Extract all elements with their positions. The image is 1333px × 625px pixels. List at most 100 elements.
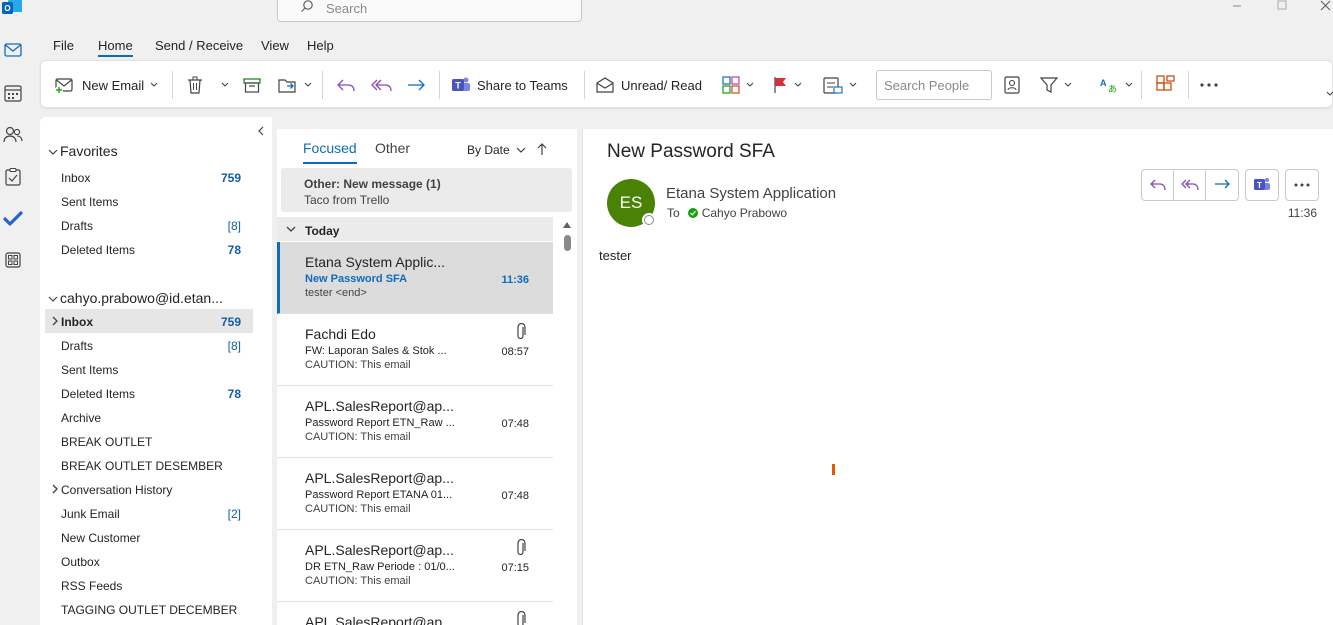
fav-folder-inbox[interactable]: Inbox 759 bbox=[45, 165, 253, 189]
message-item[interactable]: Etana System Applic... New Password SFA … bbox=[277, 242, 553, 314]
forward-button[interactable] bbox=[406, 69, 426, 101]
reply-button[interactable] bbox=[1142, 170, 1174, 200]
address-book-button[interactable] bbox=[1004, 69, 1020, 101]
flag-button[interactable] bbox=[772, 69, 802, 101]
chevron-down-icon[interactable] bbox=[849, 82, 857, 88]
folder-junk-email[interactable]: Junk Email [2] bbox=[45, 501, 253, 525]
more-commands-button[interactable] bbox=[1199, 69, 1219, 101]
reply-button[interactable] bbox=[336, 69, 356, 101]
svg-text:O: O bbox=[4, 4, 10, 13]
chevron-down-icon[interactable] bbox=[794, 82, 802, 88]
tasks-icon[interactable] bbox=[2, 166, 24, 188]
sort-direction-icon[interactable] bbox=[536, 142, 548, 156]
folder-deleted-items[interactable]: Deleted Items 78 bbox=[45, 381, 253, 405]
message-item[interactable]: APL.SalesReport@ap... DR ETN_Raw Periode… bbox=[277, 530, 553, 602]
tab-send-receive[interactable]: Send / Receive bbox=[155, 38, 243, 53]
tab-file[interactable]: File bbox=[53, 38, 74, 53]
chevron-down-icon[interactable] bbox=[221, 82, 229, 88]
folder-drafts[interactable]: Drafts [8] bbox=[45, 333, 253, 357]
close-icon[interactable] bbox=[1320, 0, 1333, 14]
tab-view[interactable]: View bbox=[261, 38, 289, 53]
tab-help[interactable]: Help bbox=[307, 38, 334, 53]
chevron-down-icon bbox=[516, 147, 526, 153]
tab-home[interactable]: Home bbox=[98, 38, 133, 57]
search-people-input[interactable]: Search People bbox=[876, 70, 992, 100]
tab-focused[interactable]: Focused bbox=[303, 140, 357, 164]
fav-folder-sent-items[interactable]: Sent Items bbox=[45, 189, 253, 213]
get-addins-button[interactable] bbox=[1156, 69, 1176, 101]
folder-rss-feeds[interactable]: RSS Feeds bbox=[45, 573, 253, 597]
share-to-teams-button[interactable]: T bbox=[1246, 170, 1278, 200]
account-header[interactable]: cahyo.prabowo@id.etan... bbox=[48, 290, 223, 306]
sort-by-date-button[interactable]: By Date bbox=[467, 143, 526, 157]
favorites-header[interactable]: Favorites bbox=[48, 143, 118, 159]
unread-read-button[interactable]: Unread/ Read bbox=[595, 69, 702, 101]
other-inbox-banner[interactable]: Other: New message (1) Taco from Trello bbox=[281, 168, 572, 212]
email-body[interactable]: tester bbox=[599, 248, 632, 263]
reply-all-button[interactable] bbox=[371, 69, 393, 101]
sender-name[interactable]: Etana System Application bbox=[666, 185, 836, 202]
reply-all-button[interactable] bbox=[1174, 170, 1206, 200]
folder-inbox[interactable]: Inbox 759 bbox=[45, 309, 253, 333]
mail-icon[interactable] bbox=[2, 39, 24, 61]
chevron-down-icon[interactable] bbox=[746, 82, 754, 88]
global-search-box[interactable]: Search bbox=[277, 0, 582, 22]
message-list-scrollbar[interactable] bbox=[561, 219, 573, 625]
group-header-today[interactable]: Today bbox=[277, 217, 553, 241]
move-button[interactable] bbox=[278, 69, 312, 101]
people-icon[interactable] bbox=[2, 124, 24, 146]
folder-tagging-outlet-december[interactable]: TAGGING OUTLET DECEMBER bbox=[45, 597, 253, 621]
rules-button[interactable] bbox=[823, 69, 857, 101]
reply-actions bbox=[1141, 169, 1239, 201]
ribbon-divider bbox=[322, 71, 323, 99]
chevron-down-icon[interactable] bbox=[1064, 82, 1072, 88]
chevron-down-icon[interactable] bbox=[1125, 82, 1133, 88]
folder-new-customer[interactable]: New Customer bbox=[45, 525, 253, 549]
ribbon-collapse-icon[interactable] bbox=[1326, 91, 1333, 97]
fav-folder-drafts[interactable]: Drafts [8] bbox=[45, 213, 253, 237]
apps-icon[interactable] bbox=[2, 249, 24, 271]
categorize-button[interactable] bbox=[722, 69, 754, 101]
forward-button[interactable] bbox=[1206, 170, 1238, 200]
reply-all-icon bbox=[371, 79, 392, 92]
folder-break-outlet[interactable]: BREAK OUTLET bbox=[45, 429, 253, 453]
chevron-right-icon[interactable] bbox=[50, 484, 60, 494]
folder-pane: Favorites Inbox 759 Sent Items Drafts [8] … bbox=[40, 117, 272, 625]
folder-sent-items[interactable]: Sent Items bbox=[45, 357, 253, 381]
chevron-down-icon[interactable] bbox=[304, 82, 312, 88]
todo-icon[interactable] bbox=[2, 208, 24, 230]
collapse-pane-icon[interactable] bbox=[257, 126, 265, 136]
folder-conversation-history[interactable]: Conversation History bbox=[45, 477, 253, 501]
message-time: 07:15 bbox=[501, 562, 529, 574]
folder-outbox[interactable]: Outbox bbox=[45, 549, 253, 573]
chevron-right-icon[interactable] bbox=[50, 316, 60, 326]
tab-other[interactable]: Other bbox=[375, 140, 410, 156]
minimize-icon[interactable] bbox=[1228, 0, 1248, 14]
maximize-icon[interactable] bbox=[1274, 0, 1294, 14]
translate-button[interactable]: Aあ bbox=[1099, 69, 1133, 101]
new-email-button[interactable]: New Email bbox=[54, 69, 158, 101]
delete-button[interactable] bbox=[187, 69, 229, 101]
message-time: 07:48 bbox=[501, 490, 529, 502]
message-item[interactable]: APL.SalesReport@ap... Password Report ET… bbox=[277, 386, 553, 458]
chevron-down-icon[interactable] bbox=[150, 82, 158, 88]
archive-button[interactable] bbox=[243, 69, 261, 101]
fav-folder-deleted-items[interactable]: Deleted Items 78 bbox=[45, 237, 253, 261]
to-label: To bbox=[667, 206, 680, 220]
filter-email-button[interactable] bbox=[1040, 69, 1072, 101]
folder-break-outlet-desember[interactable]: BREAK OUTLET DESEMBER bbox=[45, 453, 253, 477]
message-item[interactable]: Fachdi Edo FW: Laporan Sales & Stok ... … bbox=[277, 314, 553, 386]
filter-icon bbox=[1040, 77, 1058, 93]
recipient-line: To Cahyo Prabowo bbox=[667, 206, 787, 220]
scroll-up-icon[interactable] bbox=[563, 222, 571, 228]
chevron-down-icon bbox=[286, 226, 296, 232]
more-actions-button[interactable] bbox=[1286, 170, 1318, 200]
calendar-icon[interactable] bbox=[2, 82, 24, 104]
message-item[interactable]: APL.SalesReport@ap... Password Report ET… bbox=[277, 458, 553, 530]
message-item[interactable]: APL.SalesReport@ap... bbox=[277, 602, 553, 625]
message-list: Focused Other By Date Other: New message… bbox=[277, 129, 577, 625]
share-to-teams-button[interactable]: T Share to Teams bbox=[451, 69, 568, 101]
folder-archive[interactable]: Archive bbox=[45, 405, 253, 429]
scroll-thumb[interactable] bbox=[564, 235, 571, 251]
recipient-chip[interactable]: Cahyo Prabowo bbox=[687, 206, 787, 220]
